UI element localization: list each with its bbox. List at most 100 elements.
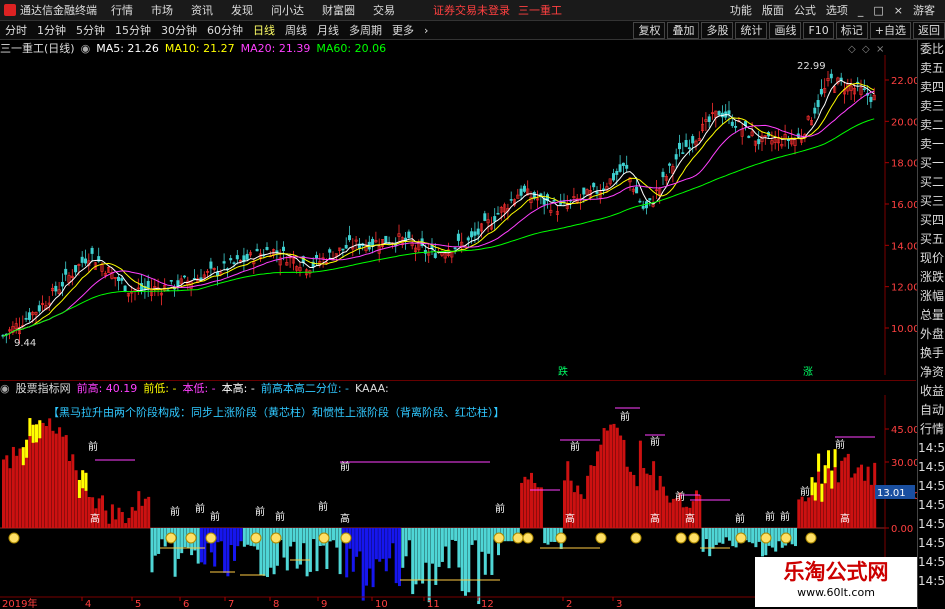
period-5min[interactable]: 5分钟 (71, 22, 110, 38)
indicator-bar (437, 528, 441, 567)
indicator-tick-label: 45.00 (891, 425, 917, 436)
login-notice[interactable]: 证券交易未登录 (433, 2, 510, 18)
candle-body (595, 191, 599, 194)
side-panel-item[interactable]: 自动 (918, 401, 945, 420)
side-panel-item[interactable]: 涨跌 (918, 268, 945, 287)
side-panel-item[interactable]: 涨幅 (918, 287, 945, 306)
menu-item-wealth[interactable]: 财富圈 (322, 2, 355, 18)
high-price-label: 22.99 (797, 61, 826, 72)
menu-layout[interactable]: 版面 (762, 2, 784, 18)
side-panel-item[interactable]: 买五 (918, 230, 945, 249)
side-panel-item[interactable]: 买四 (918, 211, 945, 230)
candle-body (209, 261, 213, 269)
side-panel-item[interactable]: 买二 (918, 173, 945, 192)
signal-dot (493, 532, 505, 544)
indicator-source[interactable]: 股票指标网 (16, 380, 71, 396)
side-panel-item[interactable]: 换手 (918, 344, 945, 363)
month-label: 8 (273, 599, 279, 609)
indicator-marker-label: 前 (170, 505, 180, 518)
gear-icon[interactable]: ◉ (0, 382, 10, 395)
side-panel-item[interactable]: 14:50 (918, 572, 945, 591)
diamond-icon: ◇ (848, 44, 856, 55)
chevron-right-icon[interactable]: › (419, 24, 433, 37)
menu-item-news[interactable]: 资讯 (191, 2, 213, 18)
indicator-marker-label: 前 (835, 438, 845, 451)
menu-function[interactable]: 功能 (730, 2, 752, 18)
btn-stats[interactable]: 统计 (735, 21, 768, 39)
guest-user[interactable]: 游客 (913, 2, 935, 18)
period-daily[interactable]: 日线 (248, 22, 280, 38)
btn-add-favorite[interactable]: +自选 (869, 21, 911, 39)
close-chart-icon: × (876, 44, 884, 55)
indicator-bar (269, 528, 273, 568)
candle-body (117, 276, 121, 282)
minimize-icon[interactable]: _ (858, 4, 864, 17)
menu-formula[interactable]: 公式 (794, 2, 816, 18)
side-panel-item[interactable]: 外盘 (918, 325, 945, 344)
indicator-bar (107, 523, 111, 528)
indicator-bar (794, 528, 797, 547)
indicator-bar (470, 528, 474, 545)
candle-body (717, 111, 721, 116)
price-tick-label: 18.00 (891, 159, 917, 170)
side-panel-item[interactable]: 总量 (918, 306, 945, 325)
side-panel-item[interactable]: 买一 (918, 154, 945, 173)
side-panel-item[interactable]: 卖一 (918, 135, 945, 154)
period-intraday[interactable]: 分时 (0, 22, 32, 38)
indicator-bar (407, 528, 411, 541)
close-icon[interactable]: × (894, 4, 903, 17)
btn-mark[interactable]: 标记 (835, 21, 868, 39)
side-panel-item[interactable]: 卖三 (918, 97, 945, 116)
menu-item-discover[interactable]: 发现 (231, 2, 253, 18)
menu-item-exchange[interactable]: 市场 (151, 2, 173, 18)
btn-draw[interactable]: 画线 (769, 21, 802, 39)
side-panel-item[interactable]: 14:50 (918, 534, 945, 553)
month-label: 10 (375, 599, 388, 609)
side-panel-item[interactable]: 14:50 (918, 496, 945, 515)
btn-overlay[interactable]: 叠加 (667, 21, 700, 39)
indicator-bar (388, 528, 392, 559)
menu-item-market[interactable]: 行情 (111, 2, 133, 18)
side-panel-item[interactable]: 买三 (918, 192, 945, 211)
period-more[interactable]: 更多 (387, 22, 419, 38)
indicator-bar (371, 528, 375, 588)
period-1min[interactable]: 1分钟 (32, 22, 71, 38)
side-panel-item[interactable]: 卖五 (918, 59, 945, 78)
chart-canvas[interactable]: 22.999.44跌 涨◇ ◇ × 前高前 前前前前前前高前高前前前高前高前前前前前高 … (0, 40, 917, 609)
side-panel-item[interactable]: 现价 (918, 249, 945, 268)
period-monthly[interactable]: 月线 (312, 22, 344, 38)
side-panel-item[interactable]: 卖二 (918, 116, 945, 135)
side-panel-item[interactable]: 行情 (918, 420, 945, 439)
btn-multi-stock[interactable]: 多股 (701, 21, 734, 39)
period-60min[interactable]: 60分钟 (202, 22, 248, 38)
side-panel-item[interactable]: 净资 (918, 363, 945, 382)
side-panel-item[interactable]: 收益 (918, 382, 945, 401)
period-weekly[interactable]: 周线 (280, 22, 312, 38)
side-panel-item[interactable]: 14:50 (918, 553, 945, 572)
side-panel-item[interactable]: 14:50 (918, 515, 945, 534)
side-panel-item[interactable]: 14:50 (918, 477, 945, 496)
menu-item-ask[interactable]: 问小达 (271, 2, 304, 18)
candle-body (476, 228, 480, 235)
signal-dot (340, 532, 352, 544)
menu-options[interactable]: 选项 (826, 2, 848, 18)
side-panel-item[interactable]: 14:50 (918, 439, 945, 458)
signal-dot (250, 532, 262, 544)
btn-adjust[interactable]: 复权 (633, 21, 666, 39)
period-multi[interactable]: 多周期 (344, 22, 387, 38)
side-panel-item[interactable]: 14:50 (918, 458, 945, 477)
period-15min[interactable]: 15分钟 (110, 22, 156, 38)
candle-body (635, 186, 639, 194)
indicator-bar (434, 528, 438, 585)
maximize-icon[interactable]: □ (873, 4, 883, 17)
side-panel-item[interactable]: 卖四 (918, 78, 945, 97)
candle-body (747, 135, 751, 138)
period-30min[interactable]: 30分钟 (156, 22, 202, 38)
indicator-bar (856, 467, 860, 528)
btn-f10[interactable]: F10 (803, 21, 834, 39)
side-panel-item[interactable]: 委比 (918, 40, 945, 59)
menu-item-trade[interactable]: 交易 (373, 2, 395, 18)
btn-back[interactable]: 返回 (913, 21, 945, 39)
indicator-bar (642, 468, 646, 528)
candle-body (60, 281, 64, 287)
